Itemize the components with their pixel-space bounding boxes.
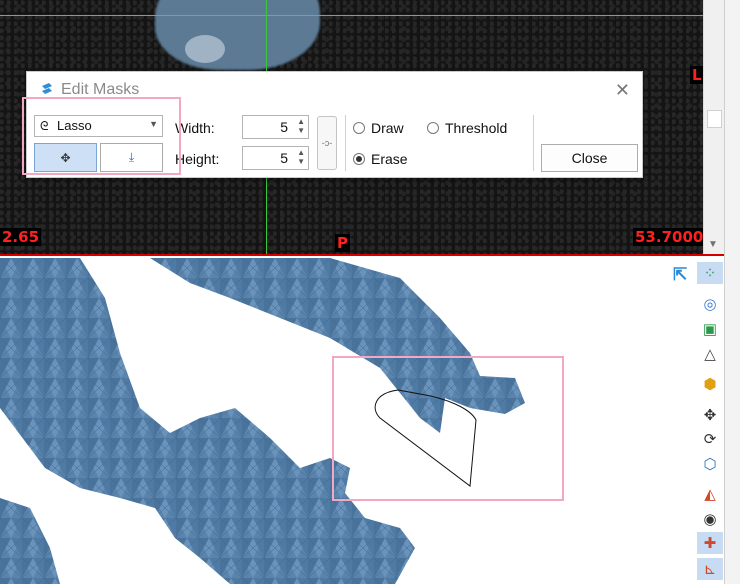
mode-threshold-label: Threshold [445, 120, 508, 136]
triangle-icon[interactable]: △ [697, 343, 723, 365]
mode-draw-label: Draw [371, 120, 404, 136]
grid-dots-icon[interactable]: ⁘ [697, 262, 723, 284]
width-value: 5 [280, 119, 288, 135]
scroll-down-icon[interactable]: ▼ [708, 239, 718, 250]
link-aspect-button[interactable]: -ɔ- [317, 116, 337, 170]
link-icon: -ɔ- [321, 138, 333, 148]
radio-indicator-selected [353, 153, 365, 165]
height-label: Height: [175, 151, 220, 167]
cube-green-icon[interactable]: ▣ [697, 318, 723, 340]
spin-arrows-icon[interactable]: ▲ ▼ [297, 148, 305, 166]
close-button[interactable]: Close [541, 144, 638, 172]
view-toolbar: ⁘ ◎ ▣ △ ⬢ ✥ ⟳ ⬡ ◭ ◉ ✚ ⊾ [697, 262, 724, 584]
spin-arrows-icon[interactable]: ▲ ▼ [297, 117, 305, 135]
divider [533, 115, 534, 171]
crosshair-icon[interactable]: ✚ [697, 532, 723, 554]
eye-icon[interactable]: ◉ [697, 508, 723, 530]
axes-icon[interactable]: ⊾ [697, 558, 723, 580]
height-spinbox[interactable]: 5 ▲ ▼ [242, 146, 309, 170]
mesh-render [0, 258, 564, 584]
stack-icon[interactable]: ◭ [697, 483, 723, 505]
mode-draw-radio[interactable]: Draw [353, 120, 404, 136]
right-panel-edge [724, 0, 740, 584]
orientation-posterior: P [335, 234, 350, 252]
radio-indicator [427, 122, 439, 134]
width-spinbox[interactable]: 5 ▲ ▼ [242, 115, 309, 139]
radio-indicator [353, 122, 365, 134]
crosshair-horizontal[interactable] [0, 15, 724, 16]
scrollbar-thumb[interactable] [707, 110, 722, 128]
slice-scrollbar[interactable]: ▼ [703, 0, 724, 254]
circles-icon[interactable]: ◎ [697, 293, 723, 315]
expand-view-icon[interactable]: ⇱ [673, 265, 687, 285]
slice-left-value: 2.65 [0, 228, 42, 246]
rotate-icon[interactable]: ⟳ [697, 428, 723, 450]
height-value: 5 [280, 150, 288, 166]
mode-erase-radio[interactable]: Erase [353, 151, 408, 167]
close-icon[interactable]: ✕ [615, 80, 630, 101]
ct-structure-highlight [185, 35, 225, 63]
app-logo-icon [42, 83, 52, 94]
mode-erase-label: Erase [371, 151, 408, 167]
mode-threshold-radio[interactable]: Threshold [427, 120, 507, 136]
highlight-box-tools [22, 97, 181, 175]
divider [345, 115, 346, 171]
hexagon-icon[interactable]: ⬢ [697, 373, 723, 395]
3d-viewport[interactable] [0, 258, 724, 584]
move-icon[interactable]: ✥ [697, 404, 723, 426]
slice-right-value: 53.7000 [633, 228, 706, 246]
orientation-left: L [690, 66, 704, 84]
cube-icon[interactable]: ⬡ [697, 453, 723, 475]
